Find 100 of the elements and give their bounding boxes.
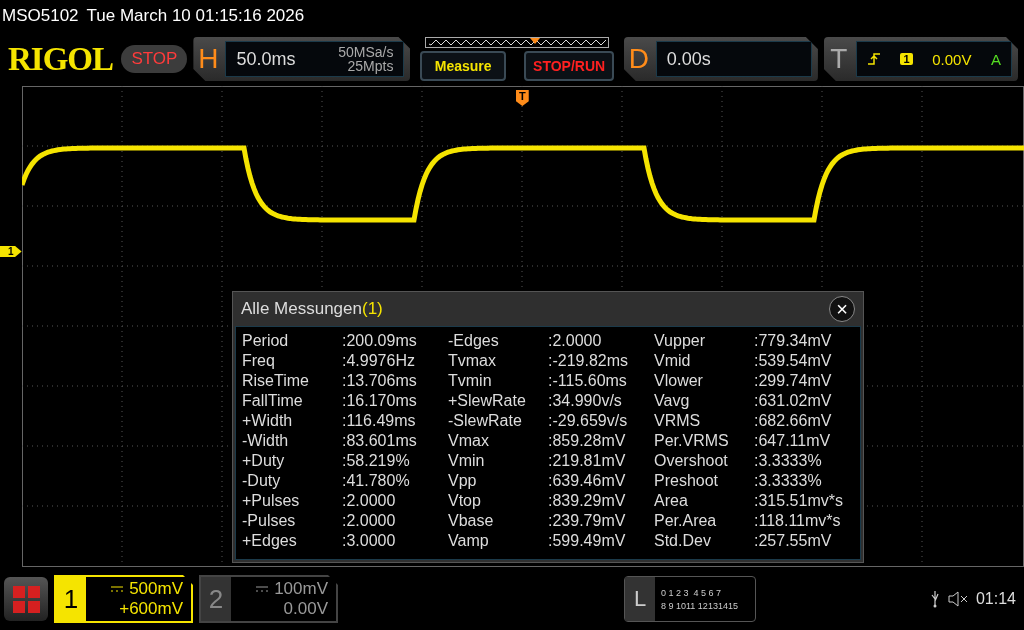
measurement-value: :3.3333% [754,472,823,490]
measurement-name: Per.Area [654,512,718,530]
measurement-name: FallTime [242,392,304,410]
horizontal-label: H [197,43,220,75]
delay-panel[interactable]: D 0.00s [623,37,818,81]
logic-channels: 0 1 2 3 4 5 6 7 [661,587,723,598]
rising-edge-icon [866,52,881,66]
measurement-value: :219.81mV [548,452,627,470]
measurement-name: Period [242,332,290,350]
measurement-name: Vamp [448,532,490,550]
stop-run-button[interactable]: STOP/RUN [524,51,615,81]
measurement-value: :83.601ms [342,432,418,450]
measurement-name: -Duty [242,472,282,490]
measurement-value: :257.55mV [754,532,833,550]
channel-offset: 0.00V [283,599,328,619]
measurement-value: :631.02mV [754,392,833,410]
measurement-value: :118.11mv*s [754,512,842,530]
measurement-value: :-115.60ms [548,372,628,390]
measurement-value: :34.990v/s [548,392,623,410]
sample-rate: 50MSa/s [338,45,394,59]
measurement-value: :3.0000 [342,532,397,550]
channel-offset-marker: 1 [0,246,22,257]
trigger-level: 0.00V [932,50,972,68]
channel-button[interactable]: 1 500mV +600mV [54,575,193,623]
muted-speaker-icon [947,591,968,607]
measurement-value: :639.46mV [548,472,627,490]
horizontal-panel[interactable]: H 50.0ms 50MSa/s 25Mpts [193,37,411,81]
dialog-title: Alle Messungen(1) [241,299,383,319]
measurement-value: :200.09ms [342,332,418,350]
dc-coupling-icon [256,586,269,592]
measurement-name: Std.Dev [654,532,712,550]
delay-label: D [627,43,650,75]
measurement-value: :2.0000 [342,512,397,530]
measurement-value: :58.219% [342,452,411,470]
measurement-name: +Edges [242,532,298,550]
measurement-name: -SlewRate [448,412,523,430]
timebase-value: 50.0ms [236,48,296,70]
measurement-name: Area [654,492,689,510]
measurement-name: VRMS [654,412,702,430]
measurement-value: :539.54mV [754,352,833,370]
trigger-source-badge: 1 [900,53,913,65]
measurement-value: :41.780% [342,472,411,490]
measurement-name: +Duty [242,452,286,470]
measurement-name: Preshoot [654,472,720,490]
channel-button[interactable]: 2 100mV 0.00V [199,575,338,623]
clock-time: 01:14 [975,590,1016,608]
trigger-label: T [829,43,849,75]
measurement-value: :599.49mV [548,532,627,550]
channel-scale: 100mV [274,579,328,599]
measurement-name: +SlewRate [448,392,527,410]
logic-channel-button[interactable]: L 0 1 2 3 4 5 6 7 8 9 1011 12131415 [624,576,756,622]
measurement-value: :299.74mV [754,372,833,390]
measurement-value: :-219.82ms [548,352,630,370]
measurement-name: Freq [242,352,276,370]
measurement-value: :4.9976Hz [342,352,416,370]
measurement-name: -Width [242,432,290,450]
run-state-badge: STOP [121,45,188,73]
brand-logo: RIGOL [8,40,115,78]
measurement-name: Overshoot [654,452,729,470]
measurement-value: :2.0000 [342,492,397,510]
measurement-name: Vmid [654,352,692,370]
measurement-value: :13.706ms [342,372,418,390]
measurement-name: RiseTime [242,372,310,390]
measurement-value: :239.79mV [548,512,627,530]
measurement-name: Tvmin [448,372,493,390]
menu-button[interactable] [4,577,48,621]
measurement-name: Vupper [654,332,706,350]
channel-scale: 500mV [129,579,183,599]
delay-value: 0.00s [666,48,711,70]
dc-coupling-icon [111,586,124,592]
close-button[interactable]: × [829,296,855,322]
trigger-mode: A [990,50,1001,68]
date-time: Tue March 10 01:15:16 2026 [86,6,305,26]
measure-button[interactable]: Measure [420,51,507,81]
measurement-name: Tvmax [448,352,497,370]
measurement-name: Vmax [448,432,490,450]
measurement-value: :3.3333% [754,452,823,470]
measurement-value: :859.28mV [548,432,627,450]
trigger-panel[interactable]: T 1 0.00V A [823,37,1018,81]
measurement-name: -Edges [448,332,500,350]
measurement-value: :779.34mV [754,332,833,350]
measurement-name: Vmin [448,452,486,470]
device-model: MSO5102 [2,6,79,26]
measurement-value: :682.66mV [754,412,833,430]
measurement-value: :839.29mV [548,492,627,510]
measurement-name: Vtop [448,492,482,510]
measurement-value: :2.0000 [548,332,603,350]
channel-offset: +600mV [119,599,183,619]
trigger-position-marker: T [516,90,529,106]
measurement-name: Vbase [448,512,495,530]
measurement-name: Vlower [654,372,704,390]
measurement-name: +Width [242,412,294,430]
measurement-value: :-29.659v/s [548,412,629,430]
usb-icon [929,590,940,608]
measurement-name: Vavg [654,392,691,410]
measurement-value: :16.170ms [342,392,418,410]
logic-channels: 8 9 1011 12131415 [661,600,739,611]
measurement-name: Per.VRMS [654,432,730,450]
measurement-name: Vpp [448,472,478,490]
measurement-name: +Pulses [242,492,301,510]
